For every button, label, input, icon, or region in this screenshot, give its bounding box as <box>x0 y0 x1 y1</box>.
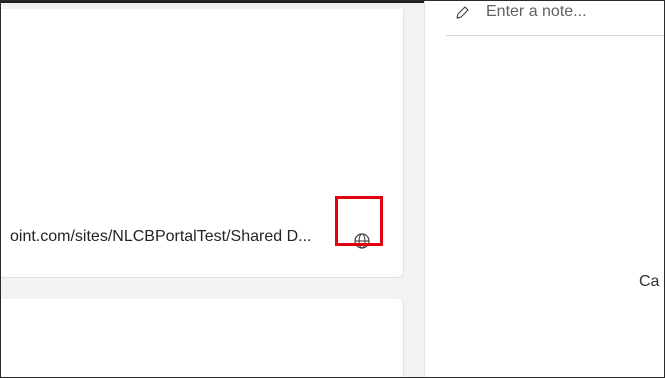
pencil-icon <box>456 6 469 19</box>
caption-text: Ca <box>639 273 660 290</box>
notes-panel: Ca <box>424 1 664 377</box>
note-input[interactable] <box>486 1 656 25</box>
highlight-box <box>335 196 383 246</box>
next-card <box>1 299 404 377</box>
link-card: oint.com/sites/NLCBPortalTest/Shared D..… <box>1 9 404 278</box>
link-url-text[interactable]: oint.com/sites/NLCBPortalTest/Shared D..… <box>10 228 336 246</box>
note-entry-row <box>446 1 664 36</box>
window-frame: oint.com/sites/NLCBPortalTest/Shared D..… <box>0 0 665 378</box>
